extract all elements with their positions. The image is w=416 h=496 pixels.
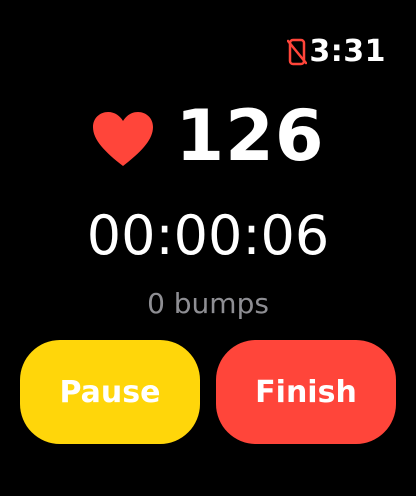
clock-time: 3:31 xyxy=(309,34,386,69)
finish-button[interactable]: Finish xyxy=(216,340,396,444)
elapsed-time: 00:00:06 xyxy=(86,204,330,267)
pause-button[interactable]: Pause xyxy=(20,340,200,444)
status-bar: 3:31 xyxy=(287,34,386,70)
heart-rate-display: 126 xyxy=(0,100,416,172)
bumps-count: 0 bumps xyxy=(147,287,269,320)
heart-rate-value: 126 xyxy=(175,95,325,177)
no-phone-connection-icon xyxy=(287,38,308,66)
heart-icon xyxy=(91,110,155,168)
finish-button-label: Finish xyxy=(255,374,357,410)
pause-button-label: Pause xyxy=(59,374,161,410)
